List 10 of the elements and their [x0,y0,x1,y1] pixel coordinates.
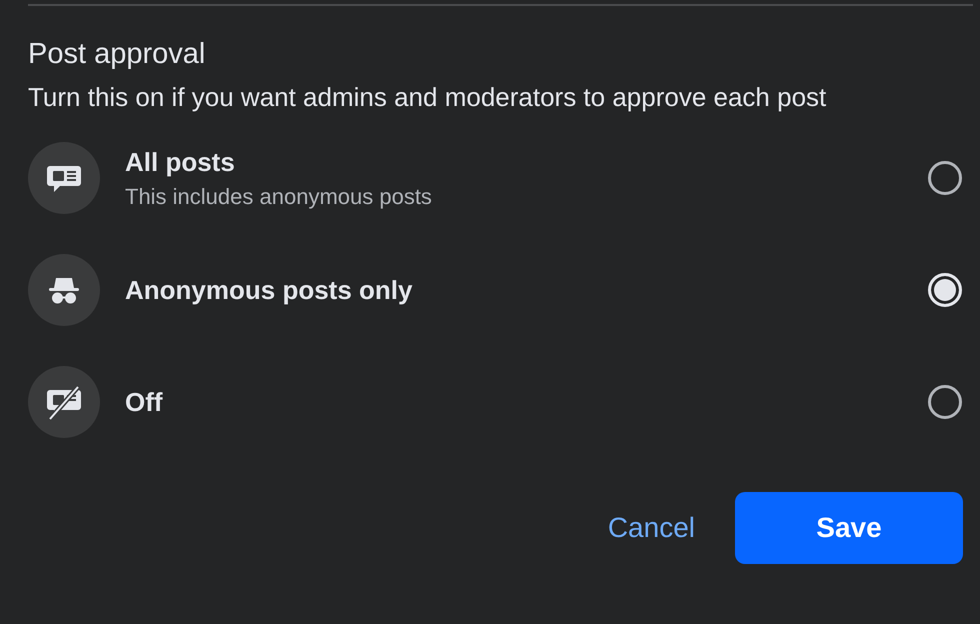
option-label: All posts [125,146,235,178]
option-description: This includes anonymous posts [125,184,432,210]
section-title: Post approval [28,37,206,72]
section-description: Turn this on if you want admins and moderators to approve each post [28,81,828,114]
option-label: Off [125,386,163,418]
option-label: Anonymous posts only [125,274,412,306]
cancel-button[interactable]: Cancel [608,504,695,552]
save-button[interactable]: Save [735,492,963,564]
radio-button[interactable] [928,161,962,195]
radio-button[interactable] [928,385,962,419]
